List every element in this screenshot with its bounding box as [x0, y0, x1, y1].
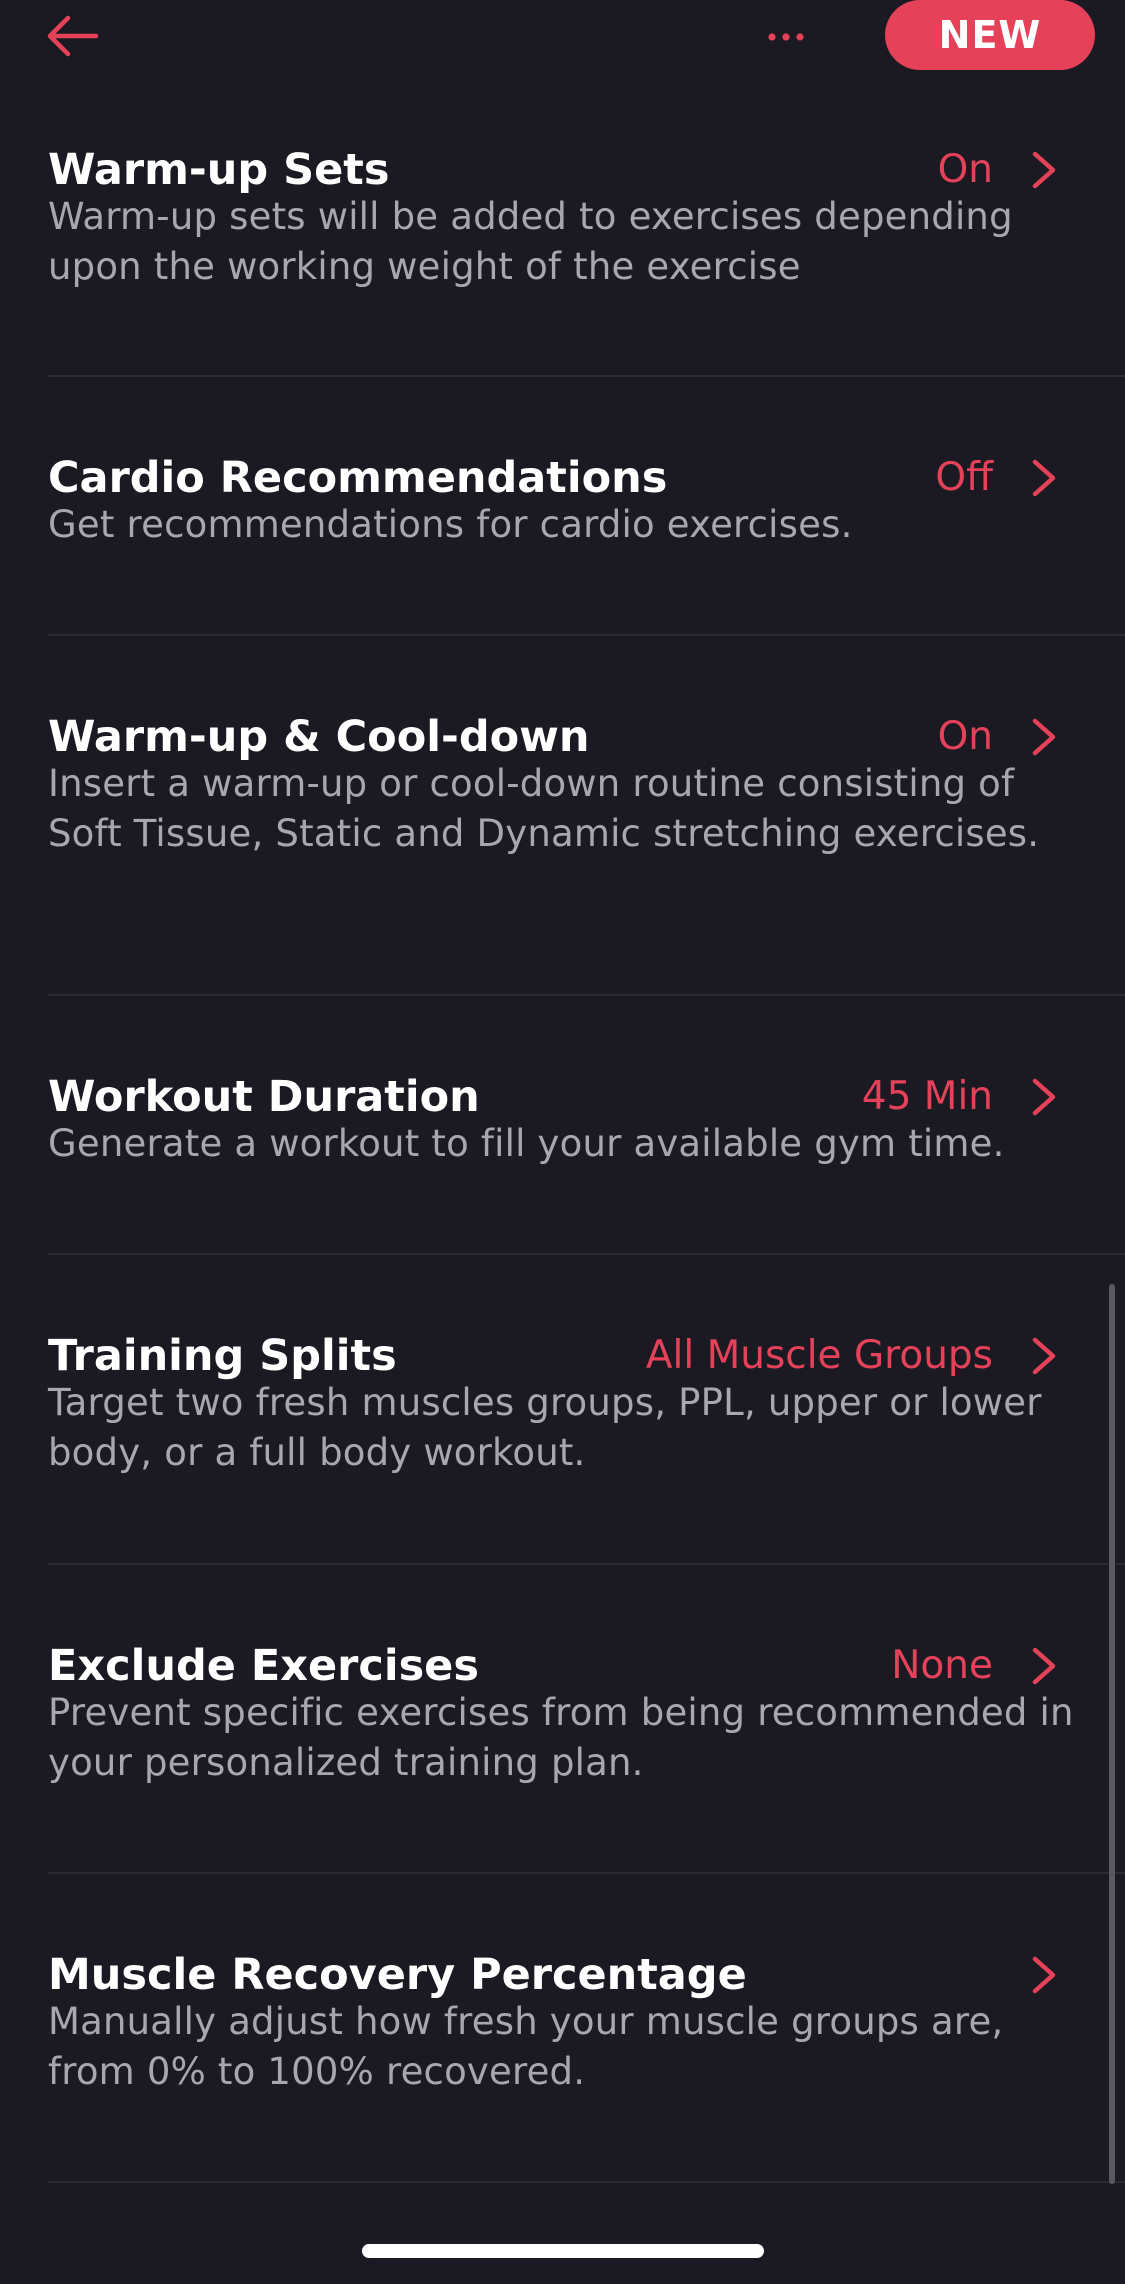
setting-description: Target two fresh muscles groups, PPL, up… — [48, 1381, 1042, 1474]
setting-value: On — [937, 147, 993, 192]
divider — [48, 375, 1125, 377]
divider — [48, 1872, 1125, 1874]
setting-value: None — [891, 1643, 993, 1688]
new-button[interactable]: NEW — [885, 0, 1095, 70]
divider — [48, 1563, 1125, 1565]
setting-title: Warm-up Sets — [48, 145, 390, 195]
arrow-left-icon — [47, 15, 99, 57]
chevron-right-icon — [1032, 718, 1056, 756]
divider — [48, 994, 1125, 996]
more-options-button[interactable] — [752, 12, 820, 62]
setting-title: Cardio Recommendations — [48, 453, 668, 503]
divider — [48, 2181, 1125, 2183]
setting-row-warmup-sets[interactable]: Warm-up Sets On Warm-up sets will be add… — [48, 142, 1125, 312]
chevron-right-icon — [1032, 1647, 1056, 1685]
divider — [48, 634, 1125, 636]
chevron-right-icon — [1032, 1078, 1056, 1116]
setting-row-cardio-recommendations[interactable]: Cardio Recommendations Off Get recommend… — [48, 450, 1125, 570]
setting-value: On — [937, 714, 993, 759]
setting-title: Exclude Exercises — [48, 1641, 479, 1691]
scrollbar[interactable] — [1109, 1284, 1115, 2184]
setting-row-muscle-recovery-percentage[interactable]: Muscle Recovery Percentage Manually adju… — [48, 1947, 1125, 2117]
chevron-right-icon — [1032, 1956, 1056, 1994]
setting-title: Workout Duration — [48, 1072, 480, 1122]
setting-value: Off — [935, 455, 993, 500]
ellipsis-icon — [768, 33, 804, 41]
setting-description: Generate a workout to fill your availabl… — [48, 1122, 1005, 1165]
setting-row-workout-duration[interactable]: Workout Duration 45 Min Generate a worko… — [48, 1069, 1125, 1189]
chevron-right-icon — [1032, 1337, 1056, 1375]
back-button[interactable] — [36, 6, 108, 66]
setting-title: Warm-up & Cool-down — [48, 712, 590, 762]
setting-title: Training Splits — [48, 1331, 397, 1381]
setting-row-training-splits[interactable]: Training Splits All Muscle Groups Target… — [48, 1328, 1125, 1498]
top-bar: NEW — [0, 0, 1125, 110]
chevron-right-icon — [1032, 459, 1056, 497]
setting-description: Get recommendations for cardio exercises… — [48, 503, 853, 546]
setting-value: All Muscle Groups — [645, 1333, 993, 1378]
setting-value: 45 Min — [861, 1074, 993, 1119]
setting-description: Prevent specific exercises from being re… — [48, 1691, 1074, 1784]
setting-description: Manually adjust how fresh your muscle gr… — [48, 2000, 1004, 2093]
home-indicator[interactable] — [362, 2244, 764, 2258]
setting-row-exclude-exercises[interactable]: Exclude Exercises None Prevent specific … — [48, 1638, 1125, 1808]
setting-description: Insert a warm-up or cool-down routine co… — [48, 762, 1040, 855]
setting-row-warmup-cooldown[interactable]: Warm-up & Cool-down On Insert a warm-up … — [48, 709, 1125, 929]
divider — [48, 1253, 1125, 1255]
chevron-right-icon — [1032, 151, 1056, 189]
setting-title: Muscle Recovery Percentage — [48, 1950, 747, 2000]
setting-description: Warm-up sets will be added to exercises … — [48, 195, 1013, 288]
